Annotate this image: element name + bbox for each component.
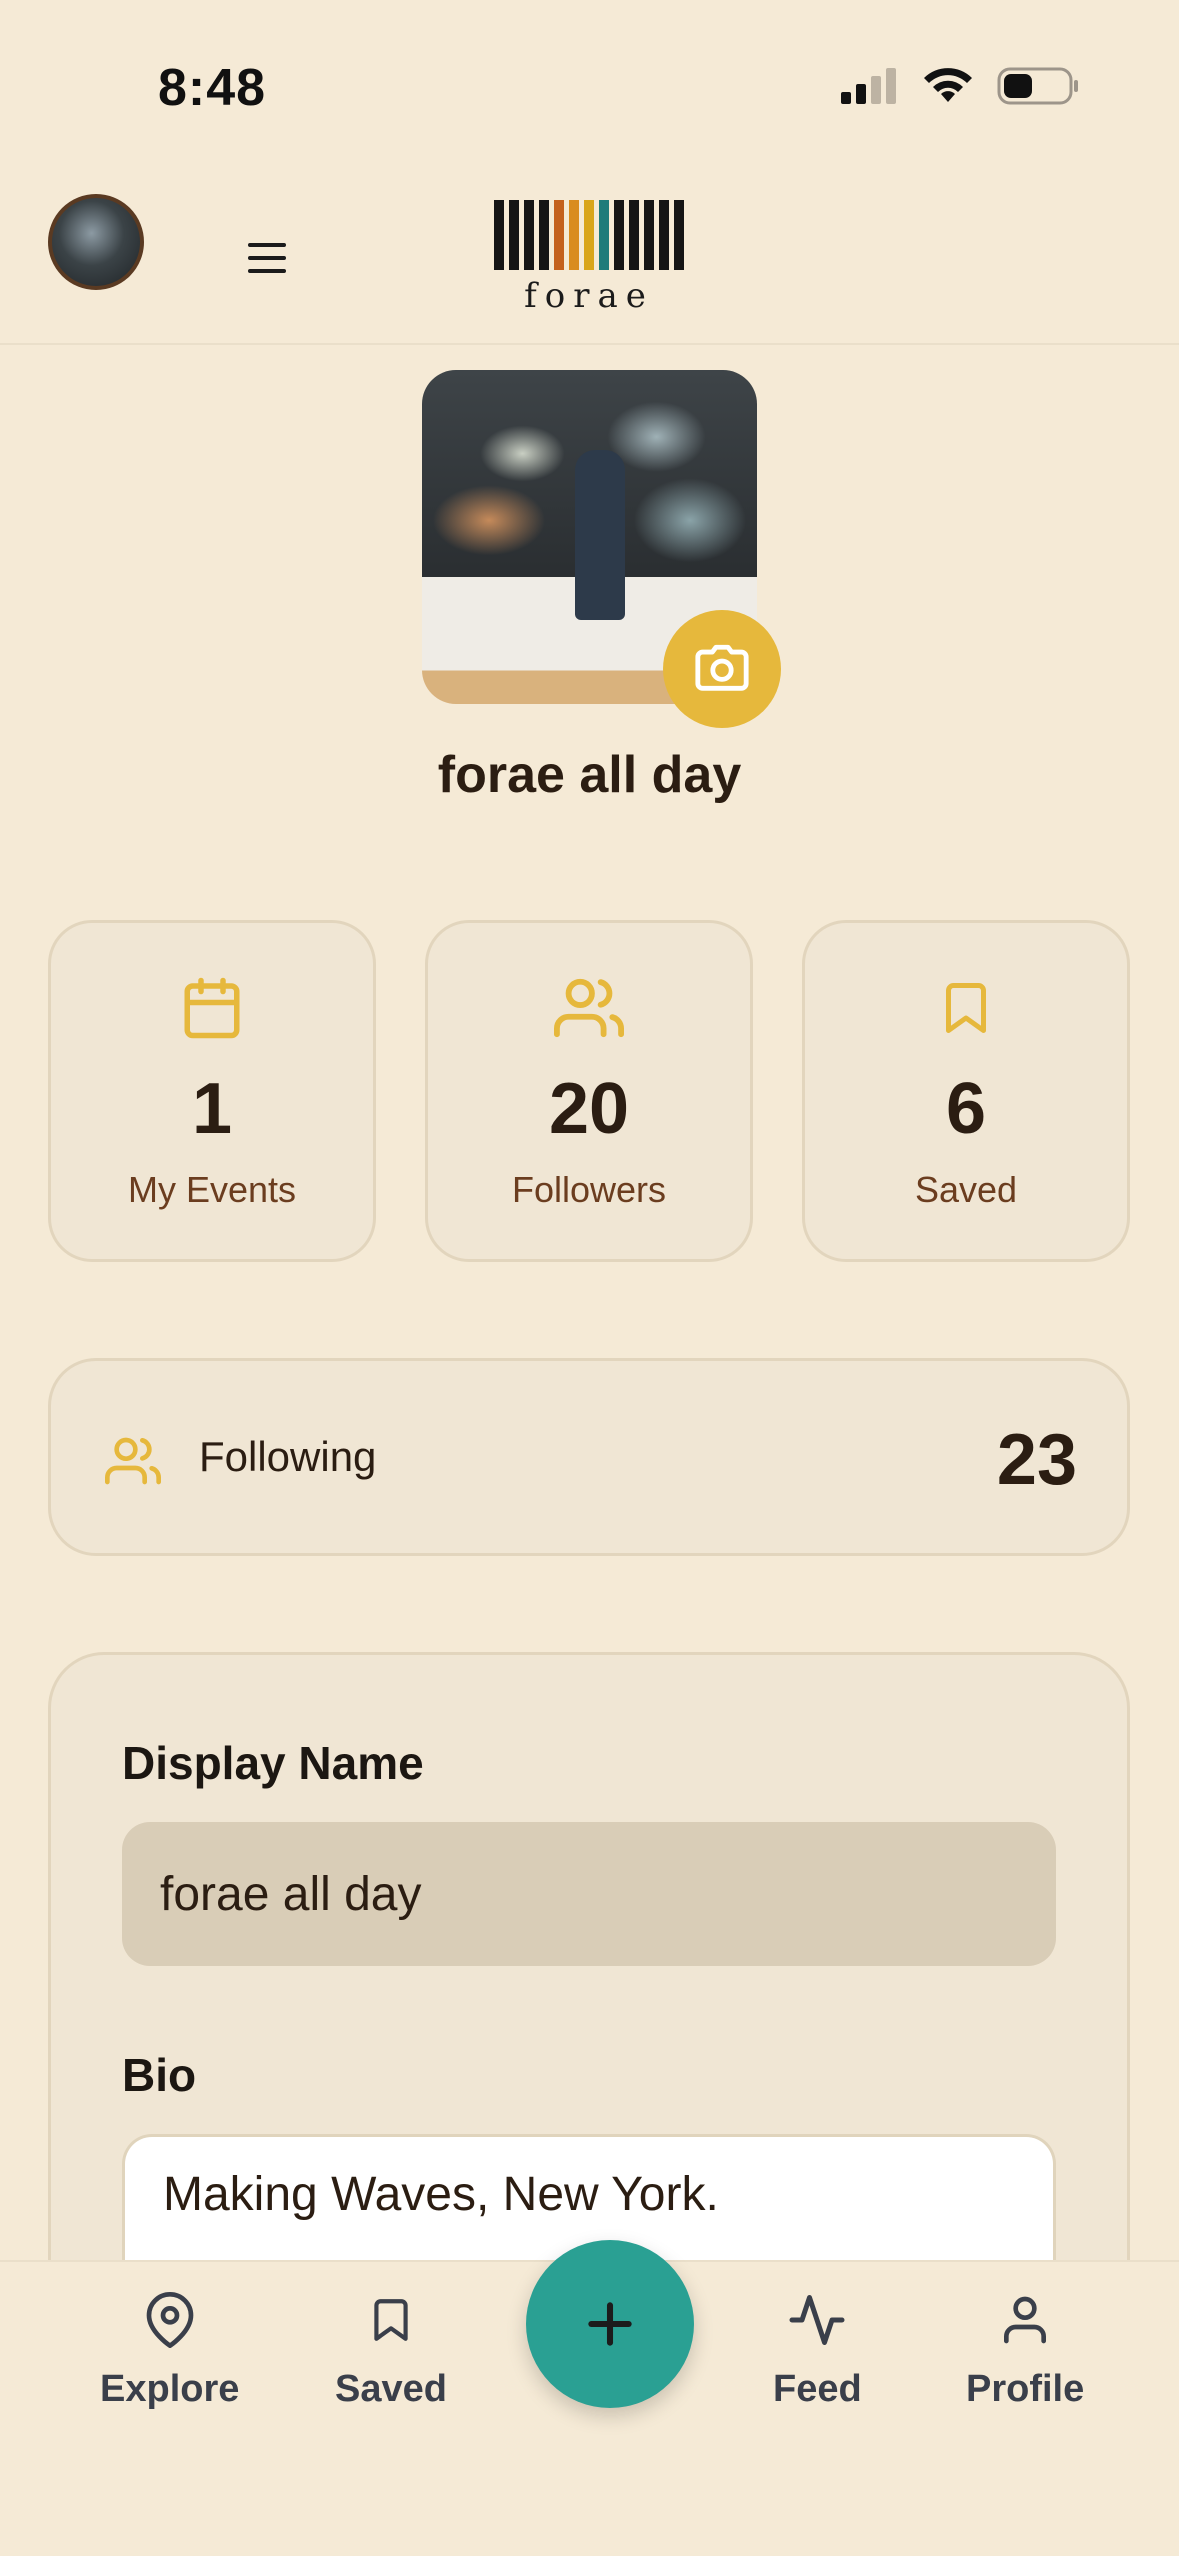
logo-bar (599, 200, 609, 270)
camera-icon (695, 644, 749, 691)
logo-text: forae (524, 276, 654, 316)
logo-bar (539, 200, 549, 270)
logo-bar (524, 200, 534, 270)
logo-bars (494, 200, 684, 270)
bookmark-icon (374, 2299, 408, 2341)
logo-bar (554, 200, 564, 270)
calendar-icon (184, 977, 240, 1039)
stat-value: 1 (191, 1069, 233, 1149)
users-icon (554, 978, 624, 1038)
logo-bar (644, 200, 654, 270)
logo-bar (509, 200, 519, 270)
users-icon (105, 1437, 162, 1485)
logo-bar (584, 200, 594, 270)
logo-bar (674, 200, 684, 270)
plus-icon (588, 2302, 632, 2346)
nav-label: Feed (773, 2368, 862, 2410)
stat-saved[interactable]: 6 Saved (802, 920, 1130, 1262)
create-event-button[interactable] (526, 2240, 694, 2408)
change-photo-button[interactable] (663, 610, 781, 728)
following-row[interactable]: Following 23 (48, 1358, 1130, 1556)
hamburger-menu-icon[interactable] (248, 243, 286, 273)
stat-label: Followers (511, 1169, 667, 1210)
stat-label: Saved (914, 1169, 1018, 1210)
status-icons (839, 66, 1081, 106)
user-icon (1004, 2296, 1047, 2344)
profile-photo-subject (575, 450, 625, 620)
map-pin-icon (146, 2292, 194, 2348)
logo-bar (569, 200, 579, 270)
nav-profile[interactable]: Profile (966, 2290, 1084, 2411)
logo-bar (629, 200, 639, 270)
logo-bar (659, 200, 669, 270)
signal-icon (841, 68, 896, 104)
wifi-icon (924, 68, 972, 102)
stat-value: 20 (548, 1069, 630, 1149)
logo-bar (494, 200, 504, 270)
display-name-label: Display Name (122, 1737, 424, 1789)
stat-followers[interactable]: 20 Followers (425, 920, 753, 1262)
bookmark-icon (946, 983, 986, 1033)
following-count: 23 (996, 1420, 1077, 1500)
stat-value: 6 (945, 1069, 987, 1149)
stat-my-events[interactable]: 1 My Events (48, 920, 376, 1262)
nav-saved[interactable]: Saved (335, 2290, 447, 2411)
bio-label: Bio (122, 2049, 197, 2101)
activity-icon (789, 2295, 845, 2345)
user-avatar[interactable] (48, 194, 144, 290)
logo-bar (614, 200, 624, 270)
nav-label: Saved (335, 2368, 447, 2410)
nav-feed[interactable]: Feed (773, 2290, 862, 2411)
following-label: Following (199, 1433, 377, 1480)
profile-name: forae all day (437, 746, 742, 804)
status-time: 8:48 (158, 59, 267, 117)
nav-explore[interactable]: Explore (100, 2290, 239, 2411)
stat-label: My Events (127, 1169, 297, 1210)
app-logo: forae (480, 200, 698, 316)
nav-label: Profile (966, 2368, 1085, 2410)
nav-label: Explore (100, 2368, 240, 2410)
battery-icon (997, 67, 1078, 105)
display-name-input[interactable]: forae all day (122, 1822, 1056, 1966)
